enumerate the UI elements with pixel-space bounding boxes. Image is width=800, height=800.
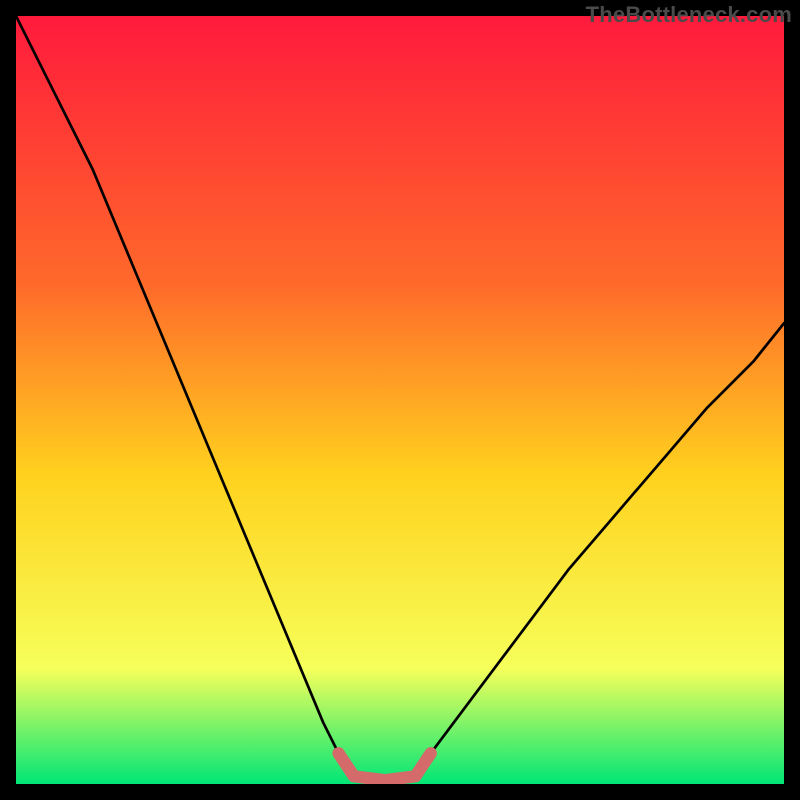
bottleneck-plot xyxy=(16,16,784,784)
watermark-label: TheBottleneck.com xyxy=(586,2,792,28)
chart-frame: TheBottleneck.com xyxy=(0,0,800,800)
gradient-background xyxy=(16,16,784,784)
